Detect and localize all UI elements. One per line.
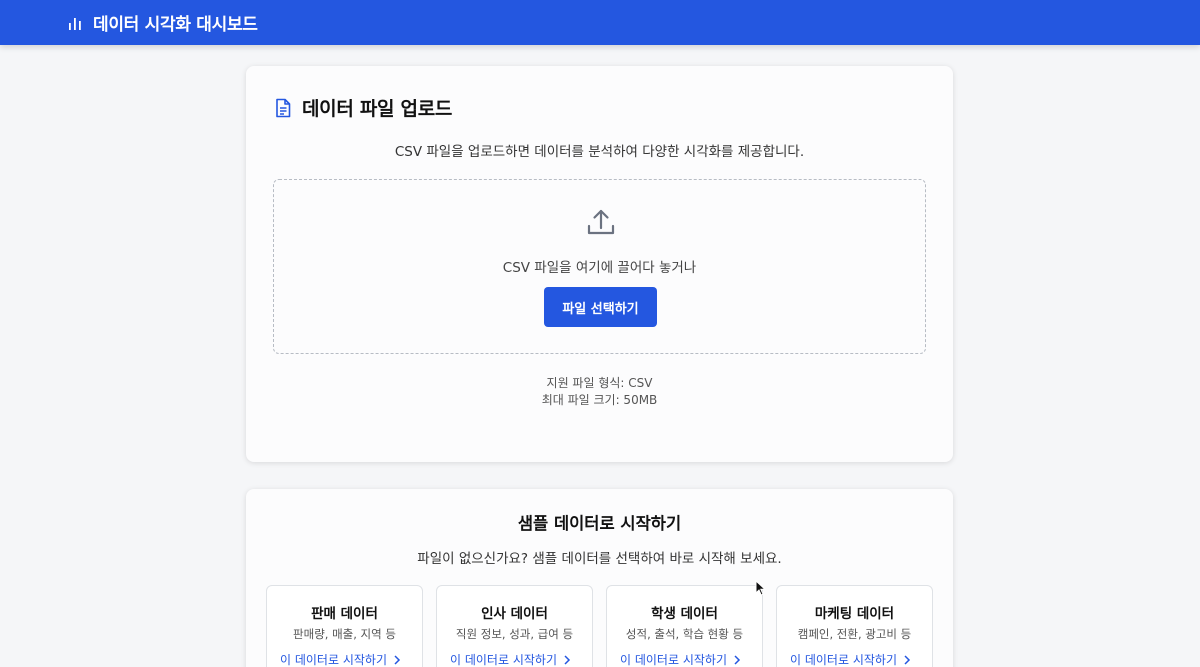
dropzone-text: CSV 파일을 여기에 끌어다 놓거나 bbox=[502, 260, 697, 276]
sample-item-subtitle: 성적, 출석, 학습 현황 등 bbox=[625, 627, 744, 641]
mouse-cursor-icon bbox=[755, 579, 767, 596]
sample-item-subtitle: 캠페인, 전환, 광고비 등 bbox=[797, 627, 912, 641]
chevron-right-icon bbox=[393, 654, 401, 665]
upload-title: 데이터 파일 업로드 bbox=[302, 98, 453, 120]
upload-icon bbox=[585, 207, 617, 239]
start-with-data-link[interactable]: 이 데이터로 시작하기 bbox=[280, 651, 401, 667]
max-size-text: 최대 파일 크기: 50MB bbox=[541, 393, 658, 407]
sample-grid: 판매 데이터 판매량, 매출, 지역 등 이 데이터로 시작하기 인사 데이터 … bbox=[266, 585, 933, 667]
start-with-data-link[interactable]: 이 데이터로 시작하기 bbox=[620, 651, 741, 667]
upload-card: 데이터 파일 업로드 CSV 파일을 업로드하면 데이터를 분석하여 다양한 시… bbox=[246, 66, 953, 462]
sample-item-name: 판매 데이터 bbox=[311, 606, 378, 622]
sample-item-name: 인사 데이터 bbox=[481, 606, 548, 622]
start-link-label: 이 데이터로 시작하기 bbox=[620, 653, 727, 667]
sample-item-name: 마케팅 데이터 bbox=[814, 606, 895, 622]
sample-description: 파일이 없으신가요? 샘플 데이터를 선택하여 바로 시작해 보세요. bbox=[417, 551, 782, 567]
start-with-data-link[interactable]: 이 데이터로 시작하기 bbox=[450, 651, 571, 667]
file-dropzone[interactable]: CSV 파일을 여기에 끌어다 놓거나 파일 선택하기 bbox=[273, 179, 926, 354]
sample-item-subtitle: 판매량, 매출, 지역 등 bbox=[293, 627, 396, 641]
file-info: 지원 파일 형식: CSV 최대 파일 크기: 50MB bbox=[246, 375, 953, 409]
chevron-right-icon bbox=[733, 654, 741, 665]
chevron-right-icon bbox=[903, 654, 911, 665]
start-with-data-link[interactable]: 이 데이터로 시작하기 bbox=[790, 651, 911, 667]
sample-title: 샘플 데이터로 시작하기 bbox=[517, 514, 682, 533]
bar-chart-icon bbox=[67, 14, 85, 32]
sample-item-sales[interactable]: 판매 데이터 판매량, 매출, 지역 등 이 데이터로 시작하기 bbox=[266, 585, 423, 667]
start-link-label: 이 데이터로 시작하기 bbox=[450, 653, 557, 667]
sample-data-card: 샘플 데이터로 시작하기 파일이 없으신가요? 샘플 데이터를 선택하여 바로 … bbox=[246, 489, 953, 667]
start-link-label: 이 데이터로 시작하기 bbox=[280, 653, 387, 667]
sample-item-marketing[interactable]: 마케팅 데이터 캠페인, 전환, 광고비 등 이 데이터로 시작하기 bbox=[776, 585, 933, 667]
upload-header: 데이터 파일 업로드 bbox=[274, 94, 452, 121]
sample-item-hr[interactable]: 인사 데이터 직원 정보, 성과, 급여 등 이 데이터로 시작하기 bbox=[436, 585, 593, 667]
document-icon bbox=[274, 98, 294, 118]
top-navbar: 데이터 시각화 대시보드 bbox=[0, 0, 1200, 45]
sample-item-subtitle: 직원 정보, 성과, 급여 등 bbox=[455, 627, 574, 641]
app-title: 데이터 시각화 대시보드 bbox=[93, 15, 258, 35]
select-file-button[interactable]: 파일 선택하기 bbox=[544, 287, 657, 327]
sample-item-name: 학생 데이터 bbox=[651, 606, 718, 622]
supported-format-text: 지원 파일 형식: CSV bbox=[546, 376, 653, 390]
start-link-label: 이 데이터로 시작하기 bbox=[790, 653, 897, 667]
sample-item-student[interactable]: 학생 데이터 성적, 출석, 학습 현황 등 이 데이터로 시작하기 bbox=[606, 585, 763, 667]
chevron-right-icon bbox=[563, 654, 571, 665]
upload-description: CSV 파일을 업로드하면 데이터를 분석하여 다양한 시각화를 제공합니다. bbox=[394, 144, 805, 160]
